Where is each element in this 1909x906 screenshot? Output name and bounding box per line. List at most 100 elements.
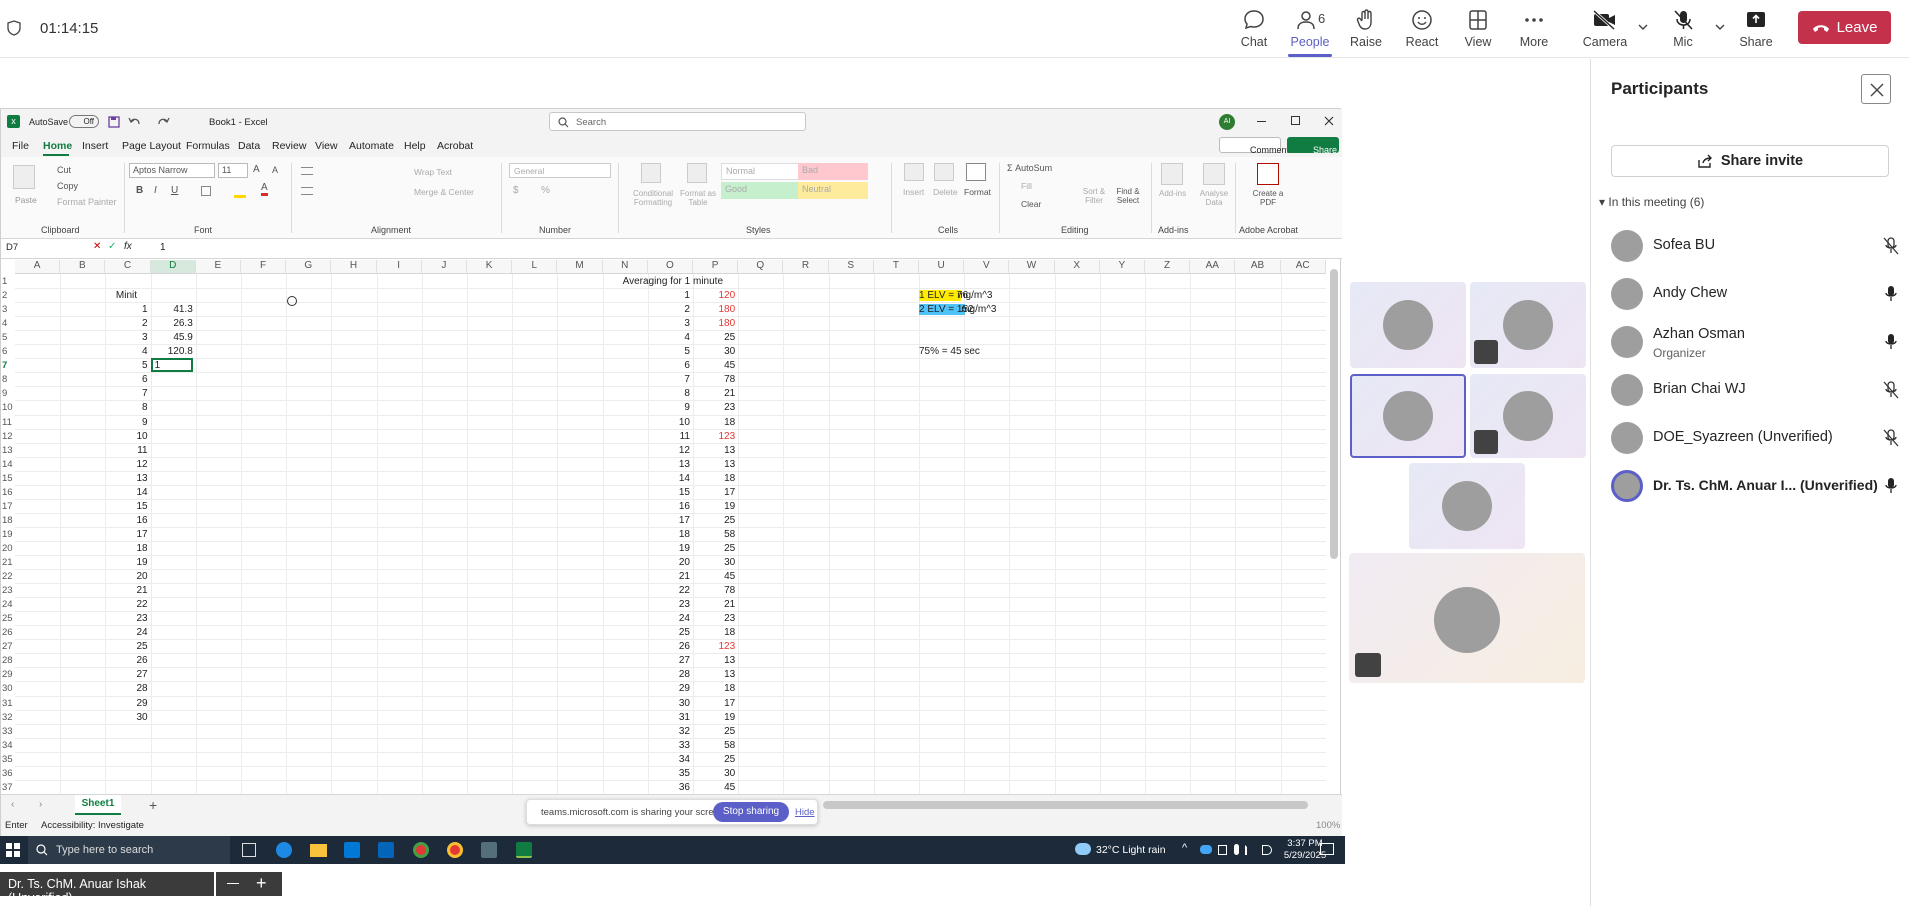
cell[interactable]: 25 — [693, 726, 735, 737]
cell[interactable]: 24 — [648, 613, 690, 624]
accessibility-status[interactable]: Accessibility: Investigate — [41, 820, 144, 831]
tab-review[interactable]: Review — [272, 140, 306, 152]
cell[interactable]: 13 — [693, 655, 735, 666]
cell[interactable]: 13 — [648, 459, 690, 470]
cell[interactable]: 17 — [693, 698, 735, 709]
cell[interactable]: 78 — [693, 585, 735, 596]
cell[interactable]: 10 — [105, 431, 147, 442]
cell[interactable]: 7 — [105, 388, 148, 399]
cell[interactable]: 18 — [693, 683, 735, 694]
row-header[interactable]: 20 — [1, 543, 15, 554]
mic-button[interactable]: Mic — [1658, 8, 1708, 54]
row-header[interactable]: 2 — [1, 290, 15, 301]
tab-insert[interactable]: Insert — [82, 140, 108, 152]
add-ins-icon[interactable] — [1161, 163, 1183, 185]
minimize-icon[interactable] — [1257, 121, 1266, 122]
cell[interactable]: 14 — [105, 487, 147, 498]
format-cells-icon[interactable] — [966, 163, 986, 181]
autosave-toggle[interactable]: Off — [69, 115, 99, 128]
sheet-tab-sheet1[interactable]: Sheet1 — [75, 795, 121, 815]
copy-button[interactable]: Copy — [57, 181, 78, 191]
view-button[interactable]: View — [1450, 8, 1506, 54]
font-size-select[interactable]: 11 — [218, 163, 248, 178]
formula-input[interactable]: 1 — [157, 241, 1327, 256]
column-header[interactable]: W — [1009, 260, 1055, 274]
column-header[interactable]: M — [557, 260, 603, 274]
bold-button[interactable]: B — [136, 185, 143, 196]
clear-button[interactable]: Clear — [1021, 199, 1041, 209]
row-header[interactable]: 16 — [1, 487, 15, 498]
user-avatar[interactable]: AI — [1219, 114, 1235, 130]
cell[interactable]: 9 — [648, 402, 690, 413]
cell[interactable]: 2 — [105, 318, 148, 329]
row-header[interactable]: 15 — [1, 473, 15, 484]
row-header[interactable]: 37 — [1, 782, 15, 793]
column-header[interactable]: E — [195, 260, 241, 274]
cell[interactable]: 45.9 — [151, 332, 192, 343]
cell[interactable]: 27 — [648, 655, 690, 666]
row-header[interactable]: 25 — [1, 613, 15, 624]
column-header[interactable]: O — [647, 260, 693, 274]
cell[interactable]: 30 — [693, 768, 735, 779]
row-header[interactable]: 8 — [1, 374, 15, 385]
cell[interactable]: 18 — [693, 473, 735, 484]
cell[interactable]: 16 — [105, 515, 147, 526]
cell[interactable]: 1 — [648, 290, 690, 301]
row-header[interactable]: 13 — [1, 445, 15, 456]
cell[interactable]: 18 — [693, 627, 735, 638]
cell[interactable]: 180 — [693, 318, 736, 329]
task-view-icon[interactable] — [242, 843, 256, 857]
column-header[interactable]: I — [376, 260, 422, 274]
stop-sharing-button[interactable]: Stop sharing — [713, 802, 789, 822]
name-box[interactable]: D7 — [3, 241, 73, 256]
people-button[interactable]: 6 People — [1282, 8, 1338, 57]
more-button[interactable]: More — [1506, 8, 1562, 54]
video-tile[interactable] — [1470, 282, 1586, 368]
horizontal-scrollbar[interactable] — [823, 801, 1308, 809]
column-header[interactable]: U — [919, 260, 965, 274]
video-tile-self[interactable] — [1349, 553, 1585, 683]
tab-automate[interactable]: Automate — [349, 140, 394, 152]
zoom-level[interactable]: 100% — [1316, 820, 1340, 831]
cell[interactable]: 28 — [105, 683, 147, 694]
cell[interactable]: 3 — [105, 332, 148, 343]
analyse-data-icon[interactable] — [1203, 163, 1225, 185]
cell[interactable]: 8 — [648, 388, 690, 399]
cell[interactable]: 1 — [105, 304, 148, 315]
conditional-formatting-icon[interactable] — [641, 163, 661, 183]
mic-tray-icon[interactable] — [1234, 844, 1239, 855]
tab-data[interactable]: Data — [238, 140, 260, 152]
column-header[interactable]: N — [602, 260, 648, 274]
wrap-text-button[interactable]: Wrap Text — [414, 167, 452, 177]
share-button[interactable]: Share — [1731, 8, 1781, 54]
tab-file[interactable]: File — [12, 140, 29, 152]
row-header[interactable]: 33 — [1, 726, 15, 737]
row-header[interactable]: 6 — [1, 346, 15, 357]
cell[interactable]: 26 — [648, 641, 690, 652]
excel-taskbar-icon[interactable] — [516, 842, 532, 858]
row-header[interactable]: 31 — [1, 698, 15, 709]
column-header[interactable]: L — [512, 260, 558, 274]
number-format-select[interactable]: General — [509, 163, 611, 178]
cell[interactable]: 24 — [105, 627, 147, 638]
row-header[interactable]: 3 — [1, 304, 15, 315]
row-header[interactable]: 14 — [1, 459, 15, 470]
raise-hand-button[interactable]: Raise — [1338, 8, 1394, 54]
tab-page-layout[interactable]: Page Layout — [122, 140, 181, 152]
cell[interactable]: 3 — [648, 318, 690, 329]
cell[interactable]: 32 — [648, 726, 690, 737]
cell[interactable]: 2 — [648, 304, 690, 315]
style-bad[interactable]: Bad — [798, 163, 868, 180]
cell[interactable]: 19 — [105, 557, 147, 568]
maximize-icon[interactable] — [1291, 116, 1300, 125]
cell[interactable]: 120.8 — [151, 346, 193, 357]
cell[interactable]: 6 — [105, 374, 148, 385]
cell[interactable]: 58 — [693, 740, 735, 751]
unit-cell[interactable]: mg/m^3 — [957, 290, 1007, 301]
share-invite-button[interactable]: Share invite — [1611, 145, 1889, 177]
prev-sheet-icon[interactable]: ‹ — [11, 799, 14, 810]
row-header[interactable]: 4 — [1, 318, 15, 329]
close-icon[interactable] — [1324, 116, 1334, 126]
italic-button[interactable]: I — [154, 185, 157, 196]
column-header[interactable]: X — [1054, 260, 1100, 274]
